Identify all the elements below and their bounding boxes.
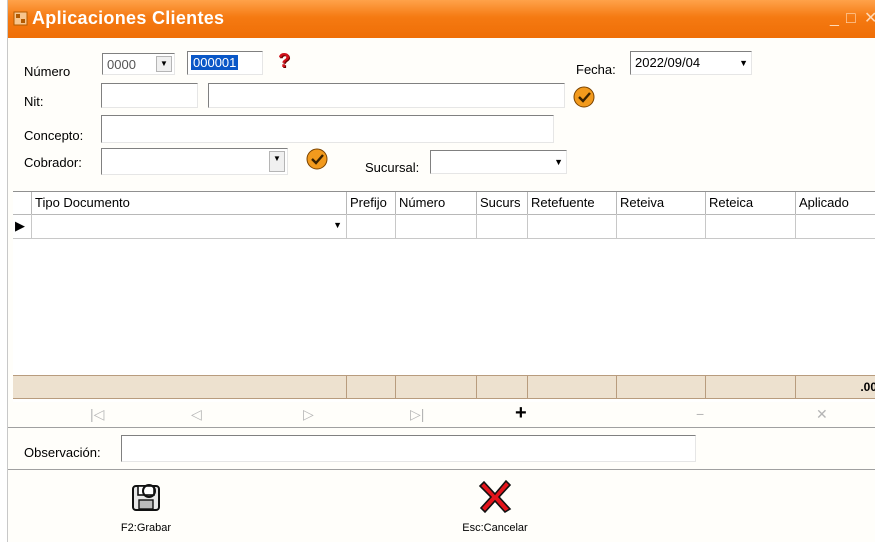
col-reteiva[interactable]: Reteiva [617, 192, 706, 214]
db-navigator: |◁ ◁ ▷ ▷| + − ✕ [13, 402, 875, 426]
window-title: Aplicaciones Clientes [32, 8, 225, 28]
cell-reteica[interactable] [706, 214, 796, 238]
cobrador-label: Cobrador: [24, 155, 82, 170]
current-row-arrow-icon: ▶ [15, 218, 25, 233]
row-indicator: ▶ [13, 214, 32, 238]
minimize-button[interactable]: _ [830, 11, 839, 27]
observacion-label: Observación: [24, 445, 101, 460]
col-retefuente[interactable]: Retefuente [528, 192, 617, 214]
grid-header: Tipo Documento Prefijo Número Sucurs Ret… [13, 192, 875, 215]
chevron-down-icon[interactable]: ▼ [156, 56, 172, 72]
app-icon [13, 11, 28, 26]
footer-cell [477, 376, 528, 398]
close-button[interactable]: ✕ [864, 11, 875, 27]
chevron-down-icon[interactable]: ▼ [333, 220, 342, 230]
next-record-icon[interactable]: ▷ [303, 406, 314, 423]
cancel-x-icon [478, 479, 512, 514]
sucursal-select[interactable]: ▼ [430, 150, 567, 174]
save-button-label: F2:Grabar [120, 522, 172, 534]
first-record-icon[interactable]: |◁ [90, 406, 104, 423]
cell-tipo-documento[interactable]: ▼ [32, 214, 347, 238]
footer-cell [617, 376, 706, 398]
footer-cell [528, 376, 617, 398]
table-row[interactable]: ▶ ▼ [13, 214, 875, 239]
cancel-edit-icon[interactable]: ✕ [816, 406, 828, 423]
question-mark-icon[interactable]: ? [278, 50, 290, 73]
fecha-picker[interactable]: 2022/09/04 ▼ [630, 51, 752, 75]
divider [8, 427, 875, 428]
numero-field[interactable]: 000001 [187, 51, 263, 75]
last-record-icon[interactable]: ▷| [410, 406, 424, 423]
observacion-input[interactable] [121, 435, 696, 462]
numero-prefix-value: 0000 [107, 57, 136, 72]
maximize-button[interactable]: □ [846, 11, 856, 27]
col-prefijo[interactable]: Prefijo [347, 192, 396, 214]
footer-cell [706, 376, 796, 398]
chevron-down-icon[interactable]: ▼ [739, 58, 748, 68]
numero-prefix-select[interactable]: 0000 ▼ [102, 53, 175, 75]
delete-record-icon[interactable]: − [696, 406, 704, 422]
insert-record-icon[interactable]: + [515, 402, 527, 425]
documents-grid[interactable]: Tipo Documento Prefijo Número Sucurs Ret… [13, 191, 875, 402]
concepto-label: Concepto: [24, 128, 84, 143]
cell-reteiva[interactable] [617, 214, 706, 238]
prior-record-icon[interactable]: ◁ [191, 406, 202, 423]
chevron-down-icon[interactable]: ▼ [269, 151, 285, 172]
cell-numero[interactable] [396, 214, 477, 238]
col-tipo-documento[interactable]: Tipo Documento [32, 192, 347, 214]
col-numero[interactable]: Número [396, 192, 477, 214]
title-bar[interactable]: Aplicaciones Clientes _ □ ✕ [8, 0, 875, 38]
chevron-down-icon[interactable]: ▼ [554, 157, 563, 167]
footer-cell [347, 376, 396, 398]
cell-retefuente[interactable] [528, 214, 617, 238]
nit-code-input[interactable] [101, 83, 198, 108]
cobrador-lookup-check-icon[interactable] [306, 148, 328, 170]
cobrador-select[interactable]: ▼ [101, 148, 288, 175]
sucursal-label: Sucursal: [365, 160, 420, 175]
fecha-value: 2022/09/04 [635, 55, 701, 70]
divider [8, 469, 875, 470]
col-reteica[interactable]: Reteica [706, 192, 796, 214]
save-button[interactable]: F2:Grabar [116, 475, 176, 541]
footer-cell [396, 376, 477, 398]
footer-cell [13, 376, 347, 398]
numero-value: 000001 [191, 55, 239, 70]
numero-label: Número [24, 64, 71, 79]
cancel-button[interactable]: Esc:Cancelar [455, 475, 535, 541]
grid-footer-totals: .00 [13, 375, 875, 399]
cell-aplicado[interactable] [796, 214, 875, 238]
cell-sucursal[interactable] [477, 214, 528, 238]
nit-name-input[interactable] [208, 83, 565, 108]
cancel-button-label: Esc:Cancelar [462, 522, 528, 534]
nit-label: Nit: [24, 94, 44, 109]
col-aplicado[interactable]: Aplicado [796, 192, 875, 214]
save-icon [132, 484, 160, 511]
concepto-input[interactable] [101, 115, 554, 143]
grid-indicator-header [13, 192, 32, 214]
footer-aplicado-cell: .00 [796, 376, 875, 398]
fecha-label: Fecha: [576, 62, 616, 77]
aplicaciones-clientes-window: Aplicaciones Clientes _ □ ✕ Número 0000 … [7, 0, 875, 542]
col-sucursal[interactable]: Sucurs [477, 192, 528, 214]
nit-lookup-check-icon[interactable] [573, 86, 595, 108]
total-aplicado: .00 [860, 380, 875, 394]
cell-prefijo[interactable] [347, 214, 396, 238]
